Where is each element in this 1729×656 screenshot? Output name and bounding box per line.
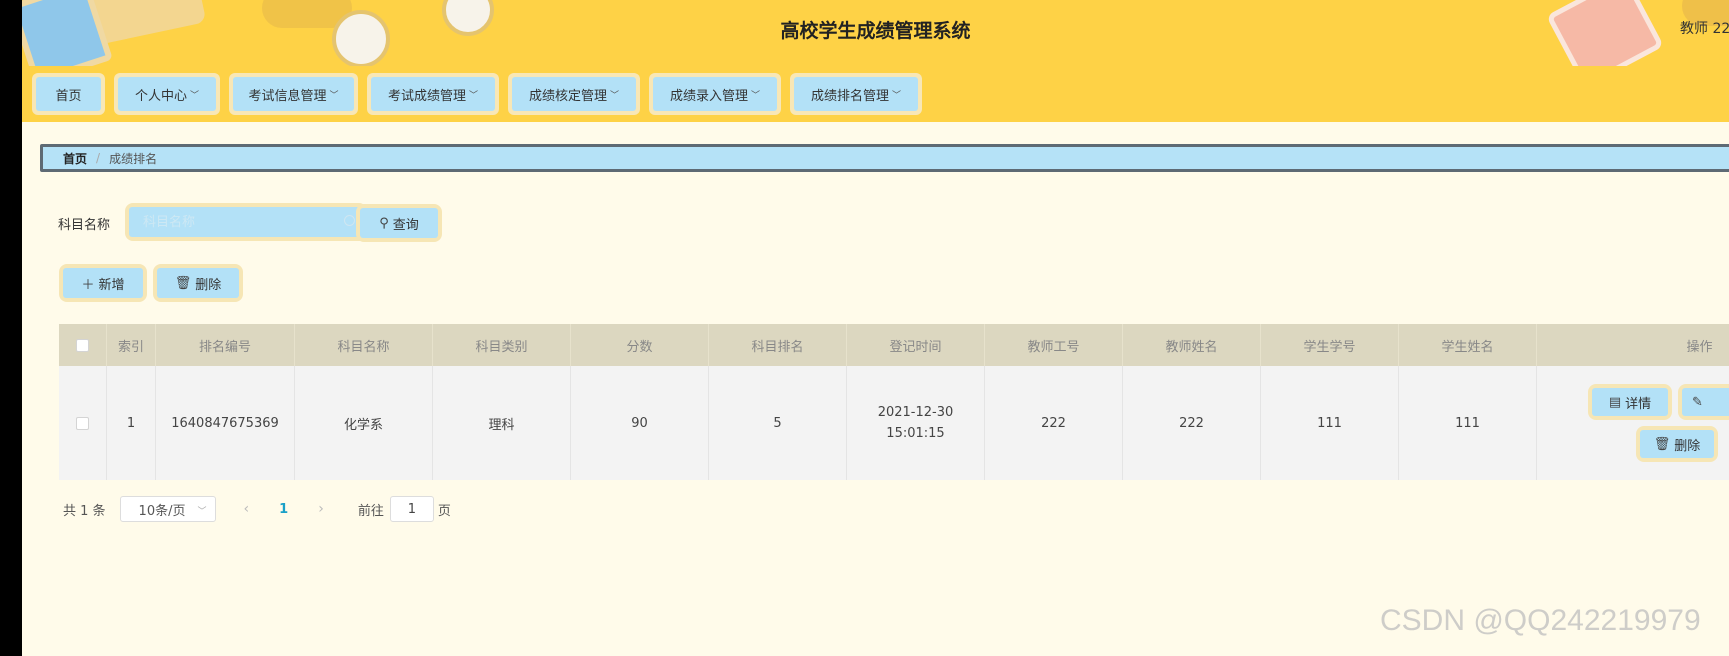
nav-label: 考试成绩管理	[387, 88, 466, 104]
chevron-down-icon: ﹀	[197, 507, 207, 517]
goto-suffix: 页	[437, 503, 451, 519]
row-checkbox[interactable]	[76, 416, 89, 430]
plus-icon: ＋	[81, 277, 95, 293]
clear-circle-icon	[344, 215, 355, 226]
col-score: 分数	[571, 324, 709, 366]
col-subject-rank: 科目排名	[709, 324, 847, 366]
nav-item-exam-score[interactable]: 考试成绩管理 ﹀	[367, 73, 499, 115]
chevron-down-icon: ﹀	[610, 90, 620, 101]
nav-label: 成绩录入管理	[669, 88, 748, 104]
trash-icon: 🗑	[1653, 436, 1671, 452]
add-button[interactable]: ＋ 新增	[59, 264, 147, 302]
breadcrumb-home[interactable]: 首页	[63, 150, 87, 167]
batch-delete-button[interactable]: 🗑 删除	[153, 264, 243, 302]
edit-pencil-icon: ✎	[1692, 394, 1703, 410]
search-field	[125, 203, 367, 241]
search-input[interactable]	[129, 207, 363, 237]
cell-student-name: 111	[1399, 366, 1537, 480]
breadcrumb: 首页 / 成绩排名	[40, 144, 1729, 172]
nav-label: 成绩核定管理	[528, 88, 607, 104]
detail-button[interactable]: ▤ 详情	[1588, 384, 1672, 420]
cell-subject-rank: 5	[709, 366, 847, 480]
chevron-down-icon: ﹀	[751, 90, 761, 101]
cell-score: 90	[571, 366, 709, 480]
page-number-current[interactable]: 1	[279, 502, 288, 517]
nav-label: 成绩排名管理	[810, 88, 889, 104]
cell-time: 2021-12-30 15:01:15	[847, 366, 985, 480]
detail-button-label: 详情	[1625, 396, 1652, 412]
pagination: 共 1 条 10条/页 ﹀ ‹ 1 › 前往 页	[63, 496, 451, 522]
header-checkbox-cell	[59, 324, 107, 366]
select-all-checkbox[interactable]	[76, 338, 89, 352]
col-rank-no: 排名编号	[156, 324, 295, 366]
cell-teacher-name: 222	[1123, 366, 1261, 480]
nav-item-profile[interactable]: 个人中心 ﹀	[114, 73, 220, 115]
goto-label: 前往	[357, 503, 384, 519]
col-teacher-name: 教师姓名	[1123, 324, 1261, 366]
prev-page-icon[interactable]: ‹	[244, 501, 250, 517]
search-button[interactable]: ⚲ 查询	[356, 204, 442, 242]
next-page-icon[interactable]: ›	[318, 501, 324, 517]
goto-page-input[interactable]	[389, 496, 434, 522]
row-checkbox-cell	[59, 366, 107, 480]
edit-button[interactable]: ✎	[1678, 384, 1729, 420]
header: 高校学生成绩管理系统 教师 22	[22, 0, 1729, 66]
breadcrumb-separator: /	[96, 151, 101, 165]
table-row: 1 1640847675369 化学系 理科 90 5 2021-12-30 1…	[59, 366, 1729, 480]
watermark: CSDN @QQ242219979	[1380, 604, 1701, 637]
nav-label: 首页	[55, 88, 82, 104]
breadcrumb-current: 成绩排名	[109, 151, 158, 166]
search-label: 科目名称	[58, 218, 111, 233]
user-label[interactable]: 教师 22	[1680, 18, 1729, 38]
app-window: 高校学生成绩管理系统 教师 22 首页 个人中心 ﹀ 考试信息管理 ﹀ 考试成绩管理…	[22, 0, 1729, 656]
total-count: 共 1 条	[63, 503, 106, 519]
trash-icon: 🗑	[174, 275, 192, 291]
chevron-down-icon: ﹀	[329, 90, 339, 101]
table-header: 索引 排名编号 科目名称 科目类别 分数 科目排名 登记时间 教师工号 教师姓名…	[59, 324, 1729, 366]
rank-table: 索引 排名编号 科目名称 科目类别 分数 科目排名 登记时间 教师工号 教师姓名…	[59, 324, 1729, 480]
search-icon: ⚲	[379, 215, 389, 231]
document-icon: ▤	[1608, 394, 1622, 410]
row-delete-label: 删除	[1674, 438, 1701, 454]
nav-label: 考试信息管理	[248, 88, 327, 104]
col-student-name: 学生姓名	[1399, 324, 1537, 366]
chevron-down-icon: ﹀	[190, 90, 200, 101]
nav-item-score-entry[interactable]: 成绩录入管理 ﹀	[649, 73, 781, 115]
delete-button-label: 删除	[195, 277, 222, 293]
page-size-value: 10条/页	[138, 503, 186, 519]
cell-student-id: 111	[1261, 366, 1399, 480]
col-index: 索引	[107, 324, 156, 366]
page-size-select[interactable]: 10条/页 ﹀	[119, 496, 216, 522]
nav-item-home[interactable]: 首页	[32, 73, 105, 115]
cell-rank-no: 1640847675369	[156, 366, 295, 480]
nav-item-score-rank[interactable]: 成绩排名管理 ﹀	[790, 73, 922, 115]
nav-item-exam-info[interactable]: 考试信息管理 ﹀	[229, 73, 358, 115]
col-subject: 科目名称	[295, 324, 433, 366]
chevron-down-icon: ﹀	[892, 90, 902, 101]
app-title: 高校学生成绩管理系统	[780, 20, 971, 42]
col-teacher-id: 教师工号	[985, 324, 1123, 366]
cell-index: 1	[107, 366, 156, 480]
cell-subject: 化学系	[295, 366, 433, 480]
cell-teacher-id: 222	[985, 366, 1123, 480]
search-button-label: 查询	[392, 217, 419, 233]
chevron-down-icon: ﹀	[469, 90, 479, 101]
top-nav: 首页 个人中心 ﹀ 考试信息管理 ﹀ 考试成绩管理 ﹀ 成绩核定管理 ﹀ 成绩录入管理 ﹀…	[22, 66, 1729, 122]
row-delete-button[interactable]: 🗑 删除	[1636, 426, 1718, 462]
col-time: 登记时间	[847, 324, 985, 366]
nav-item-score-verify[interactable]: 成绩核定管理 ﹀	[508, 73, 640, 115]
col-category: 科目类别	[433, 324, 571, 366]
col-student-id: 学生学号	[1261, 324, 1399, 366]
col-ops: 操作	[1537, 324, 1729, 366]
cell-category: 理科	[433, 366, 571, 480]
add-button-label: 新增	[98, 277, 125, 293]
cell-ops: ▤ 详情 ✎ 🗑 删除	[1537, 366, 1729, 480]
nav-label: 个人中心	[134, 88, 187, 104]
